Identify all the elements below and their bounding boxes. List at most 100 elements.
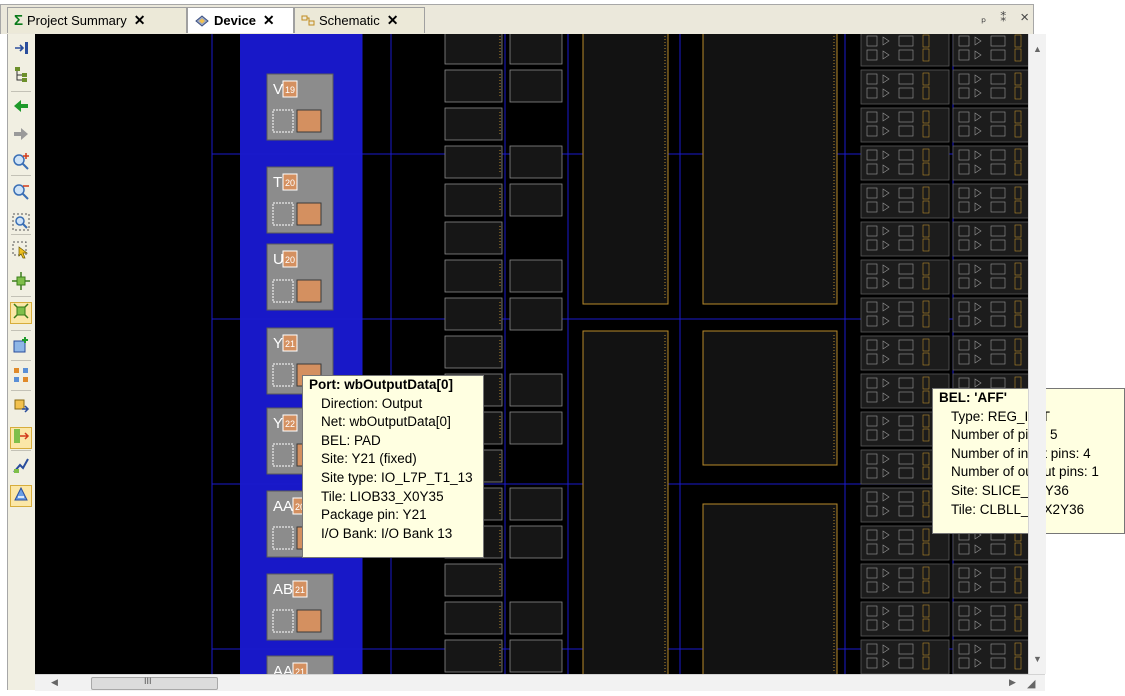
ologic-bel[interactable] [296, 202, 322, 226]
logic-tile[interactable] [509, 525, 563, 559]
logic-tile[interactable] [509, 69, 563, 103]
interconnect-tile[interactable] [444, 183, 503, 217]
io-pad-number: 21 [295, 585, 305, 595]
clb-slice[interactable] [860, 563, 950, 599]
device-canvas[interactable]: V 19 T 20 U 20 Y 21 Y 22 AA 20 AB 21 AA 21 [35, 34, 1028, 674]
zoom-fit-button[interactable] [10, 213, 32, 235]
interconnect-tile[interactable] [444, 221, 503, 255]
toolbar-separator [11, 390, 31, 391]
io-pad-label: U [273, 251, 284, 268]
scroll-left-icon[interactable]: ◀ [51, 677, 58, 688]
show-nets-button[interactable] [10, 427, 32, 449]
logic-tile[interactable] [509, 373, 563, 407]
clb-slice[interactable] [860, 107, 950, 143]
bram-block[interactable] [702, 34, 838, 305]
highlight-button[interactable] [10, 485, 32, 507]
io-pad-number: 20 [285, 255, 295, 265]
close-icon[interactable]: × [1020, 9, 1029, 26]
io-pad-label: Y [273, 415, 283, 432]
interconnect-tile[interactable] [444, 259, 503, 293]
logic-tile[interactable] [509, 487, 563, 521]
interconnect-tile[interactable] [444, 335, 503, 369]
device-toolbar [7, 34, 36, 690]
zoom-out-button[interactable] [10, 183, 32, 205]
add-pblock-button[interactable] [10, 336, 32, 358]
restore-icon[interactable]: ₚ [981, 11, 986, 26]
ologic-bel[interactable] [296, 109, 322, 133]
tab-project-summary[interactable]: Σ Project Summary ✕ [7, 7, 187, 33]
interconnect-tile[interactable] [444, 563, 503, 597]
logic-tile[interactable] [509, 639, 563, 673]
clb-slice[interactable] [860, 335, 950, 371]
io-pad-label: AB [273, 581, 293, 598]
logic-tile[interactable] [509, 183, 563, 217]
clb-slice[interactable] [860, 297, 950, 333]
ologic-bel[interactable] [296, 279, 322, 303]
clb-slice[interactable] [860, 601, 950, 637]
bram-block[interactable] [702, 330, 838, 466]
clb-slice[interactable] [860, 183, 950, 219]
clb-slice[interactable] [860, 221, 950, 257]
interconnect-tile[interactable] [444, 34, 503, 65]
toolbar-separator [11, 330, 31, 331]
zoom-in-button[interactable] [10, 152, 32, 176]
routing-resources-icon [12, 271, 30, 295]
interconnect-tile[interactable] [444, 297, 503, 331]
clb-slice[interactable] [860, 259, 950, 295]
bram-block[interactable] [582, 330, 669, 674]
bram-block[interactable] [702, 503, 838, 674]
select-area-button[interactable] [10, 241, 32, 263]
maximize-icon[interactable]: ⁑ [1000, 11, 1006, 26]
route-button[interactable] [10, 456, 32, 478]
forward-arrow-button[interactable] [10, 125, 32, 147]
close-tab-icon[interactable]: ✕ [263, 12, 275, 29]
show-io-button[interactable] [10, 366, 32, 388]
interconnect-tile[interactable] [444, 69, 503, 103]
autofit-selection-button[interactable] [10, 302, 32, 324]
clb-slice[interactable] [860, 639, 950, 674]
bram-block[interactable] [582, 34, 669, 305]
place-io-button[interactable] [10, 397, 32, 419]
vertical-scrollbar[interactable]: ▲ ▼ [1028, 34, 1046, 674]
tab-device[interactable]: Device ✕ [187, 7, 294, 33]
scroll-thumb[interactable]: III [91, 676, 218, 690]
zoom-in-icon [12, 152, 30, 176]
horizontal-scrollbar[interactable]: ◀ III ▶ ◢ [35, 674, 1045, 691]
logic-tile[interactable] [509, 601, 563, 635]
scroll-down-icon[interactable]: ▼ [1033, 654, 1042, 664]
collapse-button[interactable] [10, 39, 32, 61]
interconnect-tile[interactable] [444, 601, 503, 635]
close-tab-icon[interactable]: ✕ [387, 12, 399, 29]
add-pblock-icon [12, 336, 30, 359]
tab-schematic[interactable]: Schematic ✕ [294, 7, 425, 33]
interconnect-tile[interactable] [444, 639, 503, 673]
close-tab-icon[interactable]: ✕ [134, 12, 146, 29]
forward-arrow-icon [12, 125, 30, 148]
toolbar-separator [11, 450, 31, 451]
ologic-bel[interactable] [296, 609, 322, 633]
thumb-grip: III [144, 676, 152, 686]
back-arrow-button[interactable] [10, 97, 32, 119]
device-layout[interactable]: V 19T 20U 20Y 21Y 22AA 20AB 21AA 21 [35, 34, 1028, 674]
io-pad-number: 22 [285, 419, 295, 429]
port-tooltip: Port: wbOutputData[0] Direction: Output N… [302, 375, 484, 558]
zoom-fit-icon [12, 213, 30, 236]
interconnect-tile[interactable] [444, 107, 503, 141]
logic-tile[interactable] [509, 259, 563, 293]
tree-button[interactable] [10, 65, 32, 87]
scroll-up-icon[interactable]: ▲ [1033, 44, 1042, 54]
scroll-right-icon[interactable]: ▶ [1009, 677, 1016, 688]
logic-tile[interactable] [509, 411, 563, 445]
routing-resources-button[interactable] [10, 271, 32, 295]
highlight-icon [12, 485, 30, 508]
logic-tile[interactable] [509, 34, 563, 65]
tooltip-row: Package pin: Y21 [321, 507, 427, 523]
clb-slice[interactable] [860, 145, 950, 181]
schematic-icon [301, 15, 315, 25]
io-pad-label: V [273, 81, 283, 98]
clb-slice[interactable] [860, 69, 950, 105]
interconnect-tile[interactable] [444, 145, 503, 179]
tab-label: Schematic [319, 13, 380, 28]
logic-tile[interactable] [509, 145, 563, 179]
logic-tile[interactable] [509, 297, 563, 331]
